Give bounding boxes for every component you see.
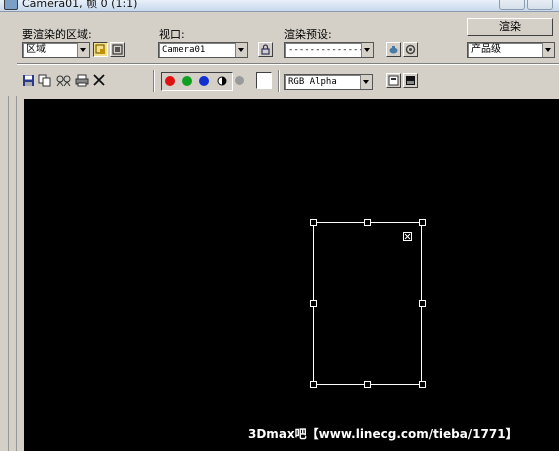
viewport-dropdown[interactable]: Camera01 (158, 42, 248, 58)
clone-button[interactable] (56, 74, 71, 90)
watermark-text: 3Dmax吧【www.linecg.com/tieba/1771】 (248, 427, 518, 441)
edit-region-button[interactable] (93, 42, 108, 57)
print-button[interactable] (75, 74, 89, 90)
quality-dropdown[interactable]: 产品级 (467, 42, 555, 58)
region-handle[interactable] (419, 219, 426, 226)
clone-icon (56, 75, 71, 87)
viewport-label: 视口: (159, 28, 185, 41)
region-handle[interactable] (419, 381, 426, 388)
toggle-overlay-button[interactable] (403, 73, 418, 88)
maximize-button[interactable] (527, 0, 553, 10)
alpha-icon (217, 76, 227, 86)
channel-value: RGB Alpha (288, 77, 337, 87)
blue-channel-toggle[interactable] (199, 76, 209, 86)
region-handle[interactable] (364, 381, 371, 388)
red-channel-toggle[interactable] (165, 76, 175, 86)
channel-dropdown[interactable]: RGB Alpha (284, 74, 373, 90)
render-setup-button[interactable] (403, 42, 418, 57)
lock-viewport-button[interactable] (258, 42, 273, 57)
title-bar: Camera01, 帧 0 (1:1) (0, 0, 559, 12)
preset-dropdown[interactable]: --------------- (284, 42, 374, 58)
chevron-down-icon (235, 43, 247, 57)
preset-value: --------------- (288, 45, 370, 55)
render-region-box[interactable] (313, 222, 422, 385)
auto-region-icon (112, 44, 123, 55)
region-handle[interactable] (419, 300, 426, 307)
region-lock-handle[interactable] (403, 232, 412, 241)
region-handle[interactable] (364, 219, 371, 226)
auto-region-button[interactable] (110, 42, 125, 57)
area-label: 要渲染的区域: (22, 28, 92, 41)
preset-button[interactable] (386, 42, 401, 57)
region-handle[interactable] (310, 381, 317, 388)
region-edit-icon (95, 44, 105, 54)
chevron-down-icon (361, 43, 373, 57)
quality-value: 产品级 (471, 44, 501, 55)
print-icon (75, 74, 89, 87)
toolbar-separator (278, 70, 280, 92)
render-viewport[interactable] (24, 99, 559, 451)
minimize-button[interactable] (499, 0, 525, 10)
teapot-icon (389, 46, 398, 54)
mono-toggle[interactable] (235, 76, 244, 85)
alpha-toggle[interactable] (217, 76, 227, 89)
clear-icon (93, 74, 105, 86)
preset-label: 渲染预设: (284, 28, 332, 41)
render-button[interactable]: 渲染 (467, 18, 553, 36)
region-handle[interactable] (310, 219, 317, 226)
chevron-down-icon (542, 43, 554, 57)
lock-icon (261, 44, 270, 55)
close-icon (404, 233, 411, 240)
chevron-down-icon (360, 75, 372, 89)
toolbar-separator (153, 70, 155, 92)
save-icon (23, 75, 34, 86)
area-value: 区域 (26, 44, 46, 55)
app-icon (4, 0, 18, 10)
copy-icon (38, 74, 51, 87)
toggle-ui-button[interactable] (386, 73, 401, 88)
window-title: Camera01, 帧 0 (1:1) (22, 0, 138, 10)
green-channel-toggle[interactable] (182, 76, 192, 86)
area-dropdown[interactable]: 区域 (22, 42, 90, 58)
chevron-down-icon (77, 43, 89, 57)
copy-button[interactable] (38, 74, 51, 90)
viewport-value: Camera01 (162, 45, 206, 55)
panel-toggle-icon (388, 75, 399, 86)
save-button[interactable] (22, 74, 35, 90)
region-handle[interactable] (310, 300, 317, 307)
swatch-button[interactable] (256, 72, 272, 89)
overlay-icon (406, 76, 415, 85)
clear-button[interactable] (93, 74, 105, 89)
left-border (0, 96, 24, 451)
settings-icon (405, 44, 416, 55)
panel-divider (17, 63, 559, 65)
